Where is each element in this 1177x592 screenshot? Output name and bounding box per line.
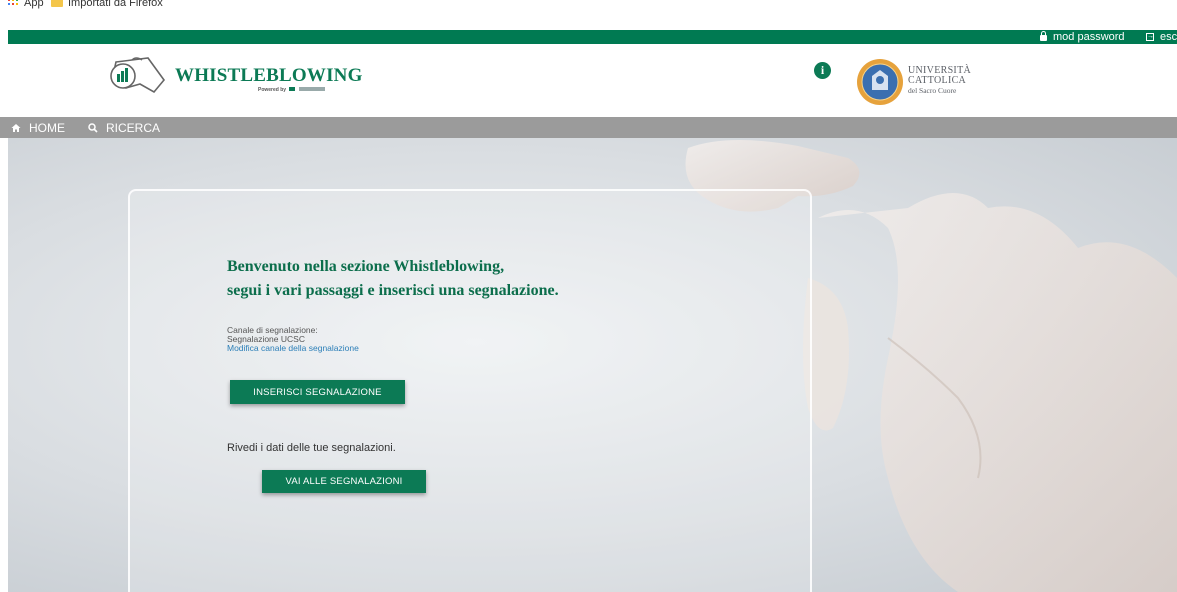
bookmark-imported-label: Importati da Firefox xyxy=(68,0,163,9)
nav-search-label: RICERCA xyxy=(106,120,161,135)
folder-icon xyxy=(51,0,63,7)
bookmark-imported-firefox[interactable]: Importati da Firefox xyxy=(51,0,163,10)
home-icon xyxy=(11,123,21,132)
change-password-link[interactable]: mod password xyxy=(1040,30,1125,44)
university-name: UNIVERSITÀ CATTOLICA del Sacro Cuore xyxy=(908,65,971,96)
exit-link[interactable]: → esc xyxy=(1146,30,1177,44)
info-icon[interactable]: i xyxy=(814,62,831,79)
brand-title: WHISTLEBLOWING xyxy=(175,65,363,86)
hero-background: Benvenuto nella sezione Whistleblowing, … xyxy=(8,138,1177,592)
whistle-logo-icon xyxy=(110,57,166,94)
bookmarks-bar: App Importati da Firefox xyxy=(0,0,1177,28)
lock-icon xyxy=(1040,31,1047,41)
university-seal-icon xyxy=(857,59,903,105)
bookmark-apps[interactable]: App xyxy=(8,0,44,10)
change-channel-link[interactable]: Modifica canale della segnalazione xyxy=(227,343,359,353)
exit-label: esc xyxy=(1160,31,1177,43)
welcome-heading: Benvenuto nella sezione Whistleblowing, … xyxy=(227,258,559,299)
view-reports-button[interactable]: VAI ALLE SEGNALAZIONI xyxy=(262,470,426,493)
powered-by: Powered by xyxy=(258,87,325,93)
nav-home[interactable]: HOME xyxy=(11,117,65,138)
top-bar: mod password → esc xyxy=(8,30,1177,44)
bookmark-apps-label: App xyxy=(24,0,44,9)
nav-home-label: HOME xyxy=(29,120,65,135)
header: WHISTLEBLOWING Powered by i UNIVERSITÀ C… xyxy=(8,44,1177,116)
channel-info: Canale di segnalazione: Segnalazione UCS… xyxy=(227,326,359,353)
nav-search[interactable]: RICERCA xyxy=(88,117,160,138)
insert-report-button[interactable]: INSERISCI SEGNALAZIONE xyxy=(230,380,405,404)
change-password-label: mod password xyxy=(1053,31,1125,43)
main-nav: HOME RICERCA xyxy=(0,117,1177,138)
review-text: Rivedi i dati delle tue segnalazioni. xyxy=(227,442,396,454)
apps-grid-icon xyxy=(8,0,19,7)
search-icon xyxy=(88,122,98,133)
exit-icon: → xyxy=(1146,33,1154,41)
